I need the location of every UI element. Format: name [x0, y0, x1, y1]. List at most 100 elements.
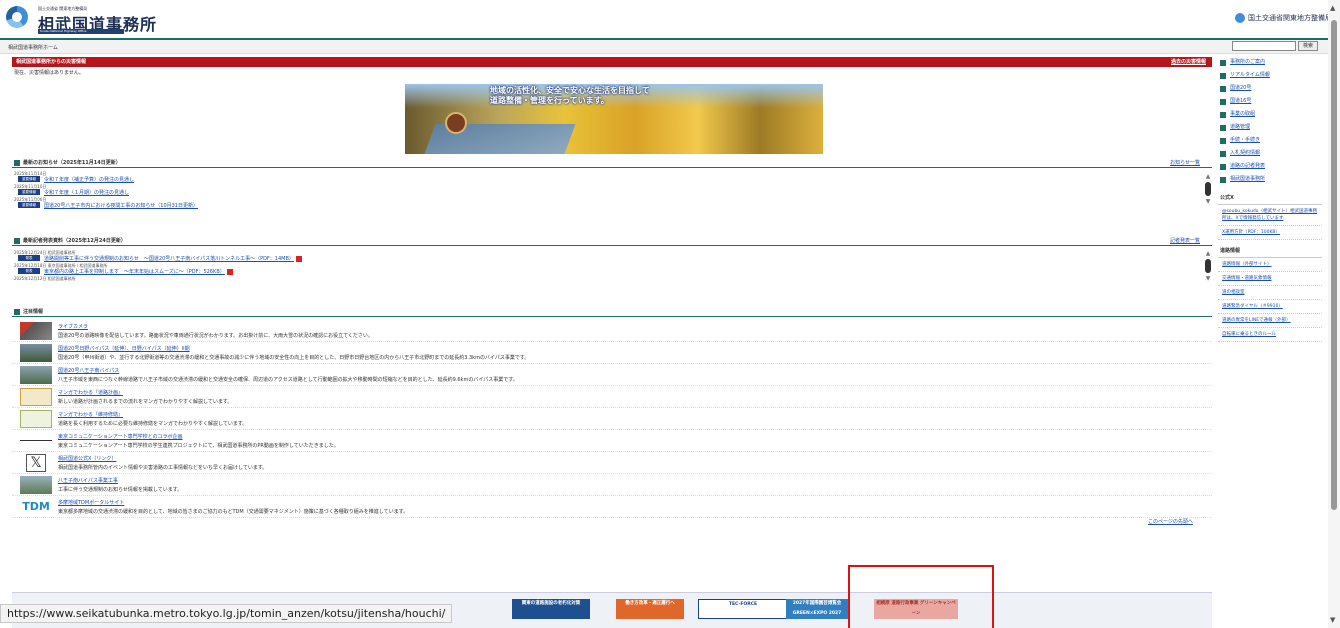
manga-icon[interactable] [20, 410, 52, 428]
featured-title-link[interactable]: 国道20号八王子南バイパス [58, 367, 119, 374]
news-scrollbar[interactable]: ▲ ▼ [1204, 173, 1212, 205]
sidebar-item-label[interactable]: 手続・手続き [1230, 137, 1260, 143]
sidebar-item-label[interactable]: 事務所のご案内 [1230, 59, 1265, 65]
press-scrollbar[interactable]: ▲ ▼ [1204, 250, 1212, 282]
footer-banner[interactable]: 2027年国際園芸博覧会 GREEN×EXPO 2027 [786, 599, 848, 619]
search-button[interactable]: 検索 [1298, 41, 1318, 51]
scroll-up-icon[interactable]: ▲ [1330, 4, 1335, 12]
sidebar-item-label[interactable]: 入札契約情報 [1230, 150, 1260, 156]
featured-desc: 新しい道路が計画されるまでの流れをマンガでわかりやすく解説しています。 [58, 399, 233, 405]
sidebar-road-heading: 道路情報 [1218, 244, 1322, 258]
featured-title-link[interactable]: マンガでわかる『道路計画』 [58, 389, 123, 396]
featured-title-link[interactable]: 国道20号日野バイパス（延伸）、日野バイパス（延伸）II期 [58, 345, 190, 352]
list-item: TDM 多摩地域TDMポータルサイト 東京都多摩地域の交通渋滞の緩和を目的として… [12, 496, 1212, 518]
sidebar-item-label[interactable]: リアルタイム情報 [1230, 72, 1270, 78]
sidebar-item[interactable]: リアルタイム情報 [1218, 70, 1322, 83]
sidebar-official-item[interactable]: @soubu_kokudo（相武サイト）相武国道事務所は、Xで情報発信しています [1218, 205, 1322, 226]
live-camera-icon[interactable] [20, 322, 52, 340]
sidebar-road-item[interactable]: 交通情報・道路気象情報 [1218, 272, 1322, 286]
scroll-thumb[interactable] [1205, 182, 1211, 196]
sidebar-item[interactable]: 国道16号 [1218, 96, 1322, 109]
sidebar-road-item[interactable]: 道路情報（外部サイト） [1218, 258, 1322, 272]
sidebar-item-label[interactable]: 事業の取組 [1230, 111, 1255, 117]
sidebar-official-item[interactable]: X運用方針（PDF：100KB） [1218, 226, 1322, 240]
construction-photo[interactable] [20, 476, 52, 494]
news-title-link[interactable]: 令和７年度（補正予算）の発注の見通し [44, 176, 134, 183]
news-more-link[interactable]: お知らせ一覧 [1170, 158, 1200, 168]
sidebar-item[interactable]: 事務所のご案内 [1218, 57, 1322, 70]
featured-title-link[interactable]: マンガでわかる『維持修繕』 [58, 411, 123, 418]
sidebar-road-item[interactable]: 道路緊急ダイヤル（＃9910） [1218, 300, 1322, 314]
mlit-label: 国土交通省関東地方整備局 [1248, 14, 1332, 22]
page-top-link[interactable]: このページの先頭へ [1148, 518, 1193, 525]
sidebar-bullet-icon [1220, 86, 1226, 92]
search-input[interactable] [1232, 41, 1296, 51]
news-heading-icon [14, 159, 20, 166]
featured-desc: 道路を長く利用するために必要な維持修繕をマンガでわかりやすく解説しています。 [58, 421, 248, 427]
sidebar-road-item[interactable]: 自転車に乗るときのルール [1218, 328, 1322, 342]
x-logo-icon[interactable]: 𝕏 [26, 454, 46, 472]
soubu-logo-icon[interactable] [6, 6, 28, 28]
sidebar-item[interactable]: 道路管理 [1218, 122, 1322, 135]
collab-icon[interactable] [20, 440, 52, 442]
sidebar-item-label[interactable]: 国道20号 [1230, 85, 1251, 91]
press-title-text: 道路開削等工事に伴う交通規制のお知らせ ～国道20号八王子南バイパス落川トンネル… [44, 256, 294, 262]
mlit-link[interactable]: 国土交通省関東地方整備局 [1235, 13, 1332, 23]
featured-title-link[interactable]: ライブカメラ [58, 323, 88, 330]
logo-subtitle: Soubu National Highway Office [38, 29, 124, 34]
footer-banner[interactable]: 関東の道路施設の老朽化対策 [512, 599, 590, 619]
featured-title-link[interactable]: 相武国道公式X（リンク） [58, 455, 116, 462]
scroll-up-icon[interactable]: ▲ [1204, 173, 1212, 180]
bypass-photo[interactable] [20, 366, 52, 384]
scroll-down-icon[interactable]: ▼ [1204, 198, 1212, 205]
sidebar-item[interactable]: 入札契約情報 [1218, 148, 1322, 161]
press-title-link[interactable]: 東京都内の路上工事を抑制します ～年末年始はスムーズに～（PDF：526KB） [44, 268, 233, 275]
bypass-photo[interactable] [20, 344, 52, 362]
list-item: 国道20号八王子南バイパス 八王子市域を東西につなぐ幹線道路で八王子市域の交通渋… [12, 364, 1212, 386]
banner-caption-line2: 道路整備・管理を行っています。 [490, 96, 609, 105]
sidebar-item[interactable]: 国道20号 [1218, 83, 1322, 96]
footer-banner[interactable]: 働き方改革・適正履行へ [616, 599, 684, 619]
sidebar-item[interactable]: 手続・手続き [1218, 135, 1322, 148]
featured-desc: 東京コミュニケーションアート専門学校の学生連携プロジェクトにて、相武国道事務所の… [58, 443, 339, 449]
press-heading: 最新記者発表資料（2025年12月24日更新） 記者発表一覧 [12, 236, 1212, 246]
tdm-logo-icon[interactable]: TDM [20, 498, 52, 516]
press-title-text: 東京都内の路上工事を抑制します ～年末年始はスムーズに～（PDF：526KB） [44, 269, 225, 275]
news-title-link[interactable]: 令和７年度（１月期）の発注の見通し [44, 189, 129, 196]
sidebar-item[interactable]: 相武国道事務所 [1218, 174, 1322, 187]
scroll-thumb[interactable] [1331, 20, 1337, 510]
list-item: 八王子南バイパス事業工事 工事に伴う交通規制のお知らせ情報を掲載しています。 [12, 474, 1212, 496]
sidebar-road-item[interactable]: 道の相談室 [1218, 286, 1322, 300]
sidebar-item[interactable]: 事業の取組 [1218, 109, 1322, 122]
sidebar-item-label[interactable]: 相武国道事務所 [1230, 176, 1265, 182]
manga-icon[interactable] [20, 388, 52, 406]
sidebar-item-label[interactable]: 国道16号 [1230, 98, 1251, 104]
sidebar-bullet-icon [1220, 73, 1226, 79]
page-scrollbar[interactable]: ▲ ▼ [1328, 0, 1340, 628]
sidebar-road-item[interactable]: 道路の異常をLINEで通報（外部） [1218, 314, 1322, 328]
press-title-link[interactable]: 道路開削等工事に伴う交通規制のお知らせ ～国道20号八王子南バイパス落川トンネル… [44, 255, 302, 262]
sidebar-bullet-icon [1220, 138, 1226, 144]
press-more-link[interactable]: 記者発表一覧 [1170, 236, 1200, 246]
sidebar-item[interactable]: 道路の記者発表 [1218, 161, 1322, 174]
featured-title-link[interactable]: 八王子南バイパス事業工事 [58, 477, 118, 484]
featured-title-link[interactable]: 多摩地域TDMポータルサイト [58, 499, 124, 506]
breadcrumb-home[interactable]: 相武国道事務所ホーム [8, 44, 58, 51]
press-heading-icon [14, 237, 20, 244]
featured-title-link[interactable]: 東京コミュニケーションアート専門学校とのコラボ企画 [58, 433, 183, 440]
scroll-down-icon[interactable]: ▼ [1330, 616, 1335, 624]
scroll-up-icon[interactable]: ▲ [1204, 250, 1212, 257]
footer-banner[interactable]: TEC-FORCE [698, 599, 788, 619]
featured-heading-icon [14, 308, 20, 315]
news-heading: 最新のお知らせ（2025年11月14日更新） お知らせ一覧 [12, 158, 1212, 168]
past-disaster-link[interactable]: 過去の災害情報 [1171, 57, 1206, 67]
news-title-link[interactable]: 国道20号八王子市内における夜間工事のお知らせ（10月31日更新） [44, 202, 198, 209]
sidebar-item-label[interactable]: 道路の記者発表 [1230, 163, 1265, 169]
sidebar-item-label[interactable]: 道路管理 [1230, 124, 1250, 130]
sidebar-bullet-icon [1220, 151, 1226, 157]
banner-caption: 地域の活性化、安全で安心な生活を目指して 道路整備・管理を行っています。 [490, 86, 650, 106]
list-item: 国道20号日野バイパス（延伸）、日野バイパス（延伸）II期 国道20号（甲州街道… [12, 342, 1212, 364]
sidebar-bullet-icon [1220, 99, 1226, 105]
scroll-down-icon[interactable]: ▼ [1204, 275, 1212, 282]
scroll-thumb[interactable] [1205, 259, 1211, 273]
